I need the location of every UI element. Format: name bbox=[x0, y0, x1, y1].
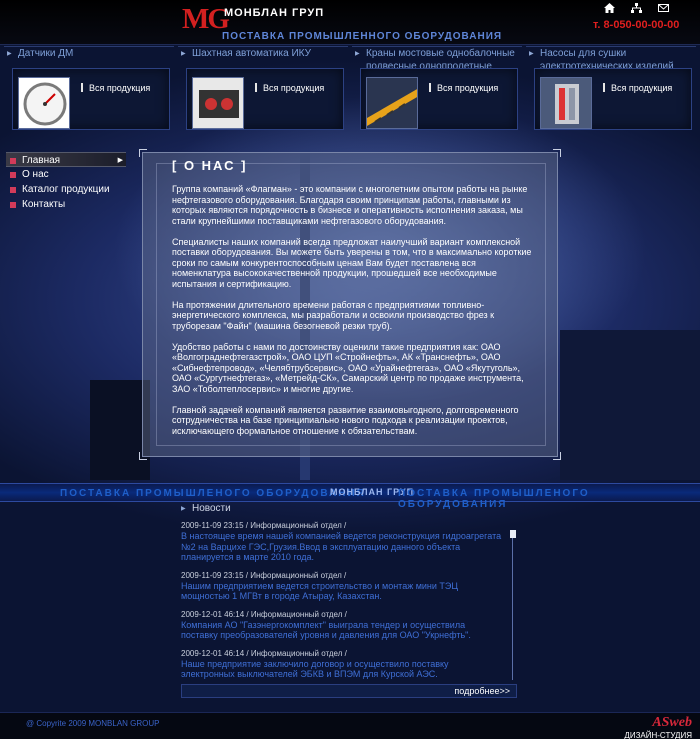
news-item: 2009-11-09 23:15 / Информационный отдел … bbox=[181, 571, 503, 602]
band-text-right: ПОСТАВКА ПРОМЫШЛЕНОГО ОБОРУДОВАНИЯ bbox=[398, 488, 590, 510]
scroll-thumb[interactable] bbox=[510, 530, 516, 538]
logo-name[interactable]: МОНБЛАН ГРУП bbox=[224, 7, 324, 19]
nav-item-about[interactable]: О нас bbox=[6, 167, 126, 182]
automation-device-image[interactable] bbox=[192, 77, 244, 129]
pump-image[interactable] bbox=[540, 77, 592, 129]
about-text: Группа компаний «Флагман» - это компании… bbox=[172, 184, 532, 447]
category-title[interactable]: Насосы для сушки электротехнических изде… bbox=[526, 46, 696, 72]
news-link[interactable]: В настоящее время нашей компанией ведетс… bbox=[181, 531, 503, 563]
nav-item-catalog[interactable]: Каталог продукции bbox=[6, 182, 126, 197]
factory-silhouette-right bbox=[560, 330, 700, 480]
category-box-mine-automation: Шахтная автоматика ИКУ Вся продукция bbox=[178, 46, 348, 138]
category-title[interactable]: Датчики ДМ bbox=[4, 46, 174, 62]
news-list: 2009-11-09 23:15 / Информационный отдел … bbox=[181, 521, 503, 688]
news-link[interactable]: Нашим предприятием ведется строительство… bbox=[181, 581, 503, 602]
category-title[interactable]: Краны мостовые однобалочные подвесные од… bbox=[352, 46, 522, 72]
news-meta: 2009-11-09 23:15 / Информационный отдел … bbox=[181, 521, 347, 530]
category-link[interactable]: Вся продукция bbox=[603, 83, 672, 93]
band-text-left: ПОСТАВКА ПРОМЫШЛЕНОГО ОБОРУДОВАНИЯ bbox=[60, 488, 366, 499]
about-paragraph: Специалисты наших компаний всегда предло… bbox=[172, 236, 532, 289]
studio-credit[interactable]: ASweb ДИЗАЙН-СТУДИЯ bbox=[612, 715, 692, 739]
category-box-cranes: Краны мостовые однобалочные подвесные од… bbox=[352, 46, 522, 138]
sitemap-icon[interactable] bbox=[631, 3, 642, 13]
corner-mark bbox=[139, 452, 147, 460]
news-title: Новости bbox=[178, 503, 358, 515]
news-item: 2009-11-09 23:15 / Информационный отдел … bbox=[181, 521, 503, 563]
header-icons bbox=[604, 3, 669, 13]
category-link[interactable]: Вся продукция bbox=[429, 83, 498, 93]
logo-tagline: ПОСТАВКА ПРОМЫШЛЕННОГО ОБОРУДОВАНИЯ bbox=[222, 31, 503, 42]
news-meta: 2009-11-09 23:15 / Информационный отдел … bbox=[181, 570, 347, 580]
page-title: [ О НАС ] bbox=[172, 158, 248, 173]
mail-icon[interactable] bbox=[658, 3, 669, 13]
corner-mark bbox=[553, 452, 561, 460]
phone-number: т. 8-050-00-00-00 bbox=[593, 19, 680, 31]
about-paragraph: Главной задачей компаний является развит… bbox=[172, 404, 519, 436]
category-title[interactable]: Шахтная автоматика ИКУ bbox=[178, 46, 348, 62]
site-footer: @ Copyrite 2009 MONBLAN GROUP ASweb ДИЗА… bbox=[0, 712, 700, 739]
category-panel: Вся продукция bbox=[360, 68, 518, 130]
promo-band: ПОСТАВКА ПРОМЫШЛЕНОГО ОБОРУДОВАНИЯ МОНБЛ… bbox=[0, 483, 700, 510]
corner-mark bbox=[139, 149, 147, 157]
news-meta: 2009-12-01 46:14 / Информационный отдел … bbox=[181, 609, 347, 619]
factory-silhouette-left bbox=[90, 380, 150, 480]
about-paragraph: Группа компаний «Флагман» - это компании… bbox=[172, 184, 528, 226]
copyright: @ Copyrite 2009 MONBLAN GROUP bbox=[26, 719, 160, 728]
category-panel: Вся продукция bbox=[534, 68, 692, 130]
studio-logo: ASweb bbox=[652, 715, 692, 730]
category-panel: Вся продукция bbox=[12, 68, 170, 130]
category-link[interactable]: Вся продукция bbox=[81, 83, 150, 93]
main-nav: Главная О нас Каталог продукции Контакты bbox=[6, 152, 126, 212]
category-panel: Вся продукция bbox=[186, 68, 344, 130]
about-paragraph: На протяжении длительного времени работа… bbox=[172, 299, 495, 331]
home-icon[interactable] bbox=[604, 3, 615, 13]
more-bar: подробнее>> bbox=[181, 684, 517, 698]
news-scrollbar[interactable] bbox=[510, 530, 516, 680]
corner-mark bbox=[553, 149, 561, 157]
site-header: MG МОНБЛАН ГРУП ПОСТАВКА ПРОМЫШЛЕННОГО О… bbox=[0, 0, 700, 45]
category-link[interactable]: Вся продукция bbox=[255, 83, 324, 93]
category-box-pumps: Насосы для сушки электротехнических изде… bbox=[526, 46, 696, 138]
news-link[interactable]: Наше предприятие заключило договор и осу… bbox=[181, 659, 503, 680]
news-meta: 2009-12-01 46:14 / Информационный отдел … bbox=[181, 648, 347, 658]
news-link[interactable]: Компания АО "Газэнергокомплект" выиграла… bbox=[181, 620, 503, 641]
category-box-sensors: Датчики ДМ Вся продукция bbox=[4, 46, 174, 138]
more-link[interactable]: подробнее>> bbox=[454, 686, 510, 696]
nav-item-contacts[interactable]: Контакты bbox=[6, 197, 126, 212]
crane-image[interactable] bbox=[366, 77, 418, 129]
about-paragraph: Удобство работы с нами по достоинству оц… bbox=[172, 341, 524, 394]
studio-label: ДИЗАЙН-СТУДИЯ bbox=[624, 731, 692, 739]
news-item: 2009-12-01 46:14 / Информационный отдел … bbox=[181, 649, 503, 680]
news-item: 2009-12-01 46:14 / Информационный отдел … bbox=[181, 610, 503, 641]
nav-item-home[interactable]: Главная bbox=[6, 152, 126, 168]
pressure-gauge-image[interactable] bbox=[18, 77, 70, 129]
